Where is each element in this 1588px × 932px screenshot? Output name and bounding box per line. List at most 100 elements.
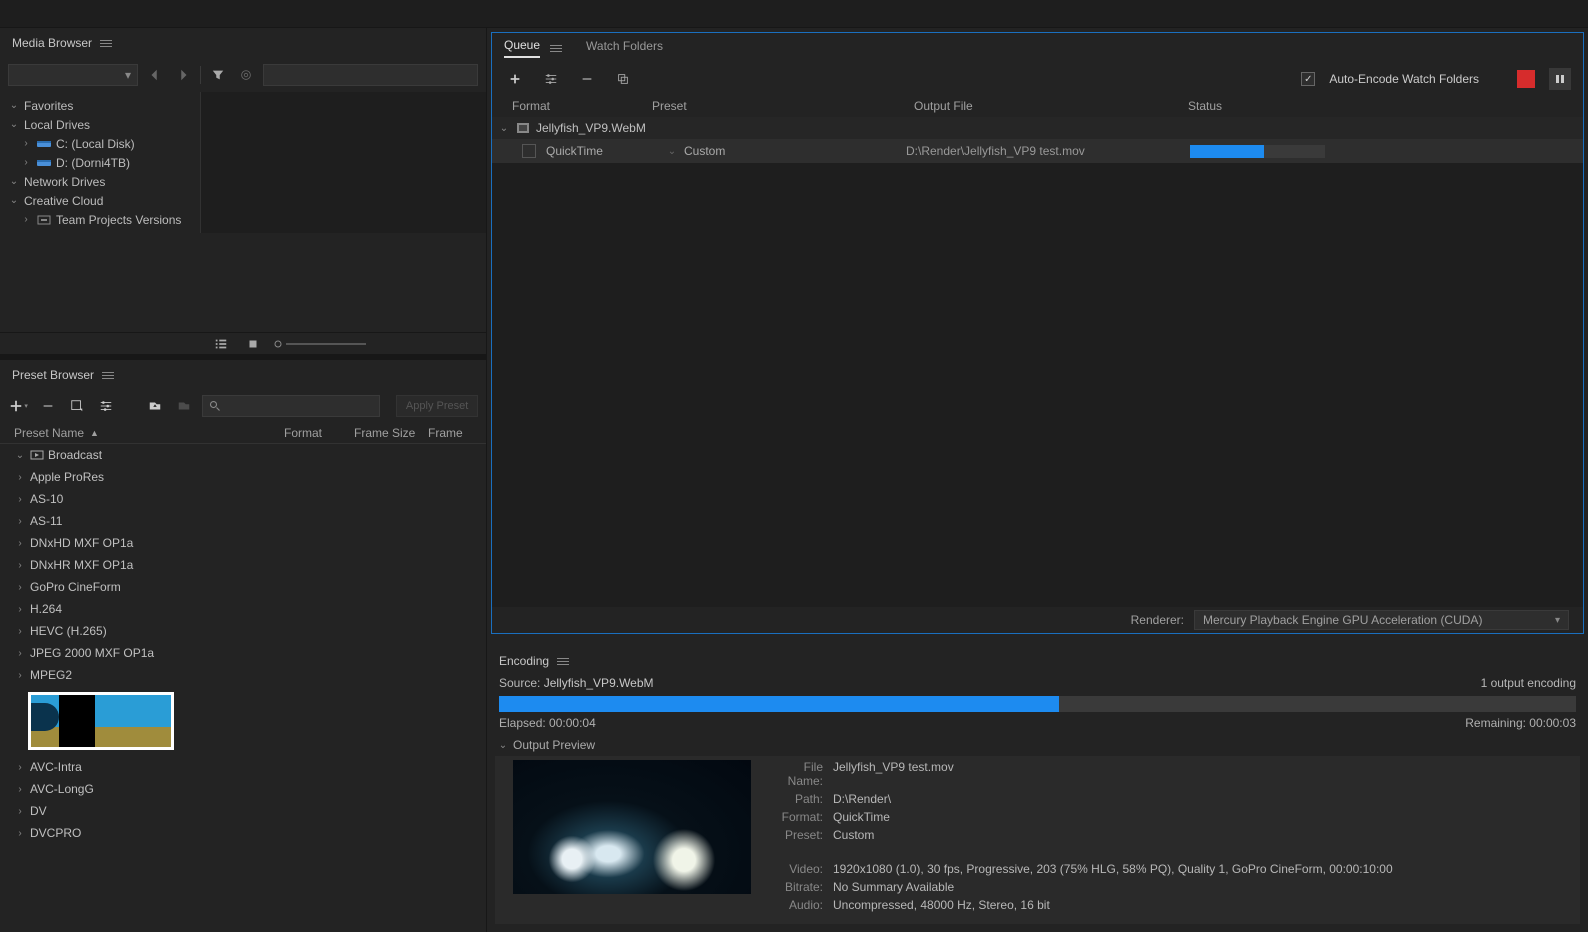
tree-creative-cloud[interactable]: ⌄Creative Cloud xyxy=(0,191,200,210)
detail-video: 1920x1080 (1.0), 30 fps, Progressive, 20… xyxy=(833,862,1393,876)
queue-output-row[interactable]: QuickTime ⌄Custom D:\Render\Jellyfish_VP… xyxy=(492,139,1583,163)
tree-team-projects[interactable]: ›Team Projects Versions xyxy=(0,210,200,229)
remove-source-icon[interactable] xyxy=(576,68,598,90)
preset-search-input[interactable] xyxy=(202,395,380,417)
ingest-icon[interactable] xyxy=(235,64,257,86)
preset-item[interactable]: ›JPEG 2000 MXF OP1a xyxy=(0,642,486,664)
detail-preset: Custom xyxy=(833,828,874,842)
sort-asc-icon[interactable]: ▲ xyxy=(90,428,99,438)
zoom-slider[interactable] xyxy=(274,340,366,348)
drive-icon xyxy=(36,138,52,150)
preset-toolbar: ▾ Apply Preset xyxy=(0,390,486,422)
detail-format: QuickTime xyxy=(833,810,890,824)
queue-headers: Format Preset Output File Status xyxy=(492,95,1583,117)
queue-row-checkbox[interactable] xyxy=(522,144,536,158)
add-source-icon[interactable] xyxy=(504,68,526,90)
queue-output-path[interactable]: D:\Render\Jellyfish_VP9 test.mov xyxy=(906,144,1180,158)
duplicate-icon[interactable] xyxy=(612,68,634,90)
drive-icon xyxy=(36,157,52,169)
preset-item[interactable]: ›DNxHR MXF OP1a xyxy=(0,554,486,576)
nav-back-icon[interactable] xyxy=(144,64,166,86)
preset-item[interactable]: ›DV xyxy=(0,800,486,822)
remove-preset-icon[interactable] xyxy=(37,395,58,417)
app-topbar xyxy=(0,0,1588,28)
import-preset-icon[interactable] xyxy=(144,395,165,417)
tab-watch-folders[interactable]: Watch Folders xyxy=(586,39,663,57)
queue-format-dropdown[interactable]: QuickTime xyxy=(546,144,656,158)
preset-item[interactable]: ›AVC-LongG xyxy=(0,778,486,800)
preset-browser-menu-icon[interactable] xyxy=(102,372,114,379)
queue-list: ⌄ Jellyfish_VP9.WebM QuickTime ⌄Custom D… xyxy=(492,117,1583,607)
preset-headers: Preset Name▲ Format Frame Size Frame xyxy=(0,422,486,444)
remaining-time: Remaining: 00:00:03 xyxy=(1465,716,1576,730)
tab-queue[interactable]: Queue xyxy=(504,38,540,58)
apply-preset-button[interactable]: Apply Preset xyxy=(396,395,478,417)
preset-browser-header: Preset Browser xyxy=(0,360,486,390)
queue-preset-dropdown[interactable]: ⌄Custom xyxy=(666,144,896,158)
list-view-icon[interactable] xyxy=(210,333,232,355)
encoding-source: Source: Jellyfish_VP9.WebM xyxy=(499,676,654,690)
tree-favorites[interactable]: ⌄Favorites xyxy=(0,96,200,115)
tree-drive-d[interactable]: ›D: (Dorni4TB) xyxy=(0,153,200,172)
media-browser-footer xyxy=(0,332,486,354)
tree-drive-c[interactable]: ›C: (Local Disk) xyxy=(0,134,200,153)
tree-local-drives[interactable]: ⌄Local Drives xyxy=(0,115,200,134)
preset-item[interactable]: ›AS-10 xyxy=(0,488,486,510)
preset-browser-title: Preset Browser xyxy=(12,368,94,382)
auto-encode-checkbox[interactable] xyxy=(1301,72,1315,86)
preset-item[interactable]: ›AS-11 xyxy=(0,510,486,532)
encoding-output-count: 1 output encoding xyxy=(1481,676,1576,690)
preset-item[interactable]: ›H.264 xyxy=(0,598,486,620)
preset-item[interactable]: ›AVC-Intra xyxy=(0,756,486,778)
output-preview-toggle[interactable]: ⌄Output Preview xyxy=(487,734,1588,756)
encoding-progress-bar xyxy=(499,696,1576,712)
detail-audio: Uncompressed, 48000 Hz, Stereo, 16 bit xyxy=(833,898,1050,912)
preset-item[interactable]: ›HEVC (H.265) xyxy=(0,620,486,642)
export-preset-icon[interactable] xyxy=(173,395,194,417)
team-projects-icon xyxy=(36,214,52,226)
preset-group-broadcast[interactable]: ⌄Broadcast xyxy=(0,444,486,466)
queue-tabs: Queue Watch Folders xyxy=(492,33,1583,63)
media-browser-title: Media Browser xyxy=(12,36,92,50)
filter-icon[interactable] xyxy=(207,64,229,86)
detail-filename: Jellyfish_VP9 test.mov xyxy=(833,760,954,788)
add-preset-icon[interactable]: ▾ xyxy=(8,395,29,417)
queue-toolbar: Auto-Encode Watch Folders xyxy=(492,63,1583,95)
renderer-dropdown[interactable]: Mercury Playback Engine GPU Acceleration… xyxy=(1194,610,1569,630)
preset-item[interactable]: ›MPEG2 xyxy=(0,664,486,686)
preset-item[interactable]: ›Apple ProRes xyxy=(0,466,486,488)
pause-queue-button[interactable] xyxy=(1549,68,1571,90)
renderer-bar: Renderer: Mercury Playback Engine GPU Ac… xyxy=(492,607,1583,633)
queue-row-status xyxy=(1190,145,1577,158)
encoding-title: Encoding xyxy=(499,654,549,668)
queue-menu-icon[interactable] xyxy=(550,45,562,52)
media-browser-toolbar: ▾ xyxy=(0,58,486,92)
broadcast-icon xyxy=(30,449,44,461)
media-browser-menu-icon[interactable] xyxy=(100,40,112,47)
output-details: File Name:Jellyfish_VP9 test.mov Path:D:… xyxy=(767,760,1568,912)
renderer-label: Renderer: xyxy=(1131,613,1184,627)
detail-path: D:\Render\ xyxy=(833,792,891,806)
media-search-input[interactable] xyxy=(263,64,478,86)
media-tree: ⌄Favorites ⌄Local Drives ›C: (Local Disk… xyxy=(0,92,486,332)
preset-tree[interactable]: ⌄Broadcast ›Apple ProRes ›AS-10 ›AS-11 ›… xyxy=(0,444,486,932)
queue-settings-icon[interactable] xyxy=(540,68,562,90)
media-browser-header: Media Browser xyxy=(0,28,486,58)
preset-item[interactable]: ›DVCPRO xyxy=(0,822,486,844)
auto-encode-label: Auto-Encode Watch Folders xyxy=(1329,72,1479,86)
encoding-panel: Encoding Source: Jellyfish_VP9.WebM 1 ou… xyxy=(487,638,1588,932)
tree-network-drives[interactable]: ⌄Network Drives xyxy=(0,172,200,191)
preset-item[interactable]: ›DNxHD MXF OP1a xyxy=(0,532,486,554)
new-group-icon[interactable] xyxy=(66,395,87,417)
queue-source-row[interactable]: ⌄ Jellyfish_VP9.WebM xyxy=(492,117,1583,139)
preset-thumbnail[interactable] xyxy=(28,692,174,750)
thumbnail-view-icon[interactable] xyxy=(242,333,264,355)
media-file-icon xyxy=(516,122,530,134)
stop-queue-button[interactable] xyxy=(1517,70,1535,88)
preset-item[interactable]: ›GoPro CineForm xyxy=(0,576,486,598)
media-recent-dropdown[interactable]: ▾ xyxy=(8,64,138,86)
preset-settings-icon[interactable] xyxy=(95,395,116,417)
detail-bitrate: No Summary Available xyxy=(833,880,954,894)
encoding-menu-icon[interactable] xyxy=(557,658,569,665)
nav-forward-icon[interactable] xyxy=(172,64,194,86)
